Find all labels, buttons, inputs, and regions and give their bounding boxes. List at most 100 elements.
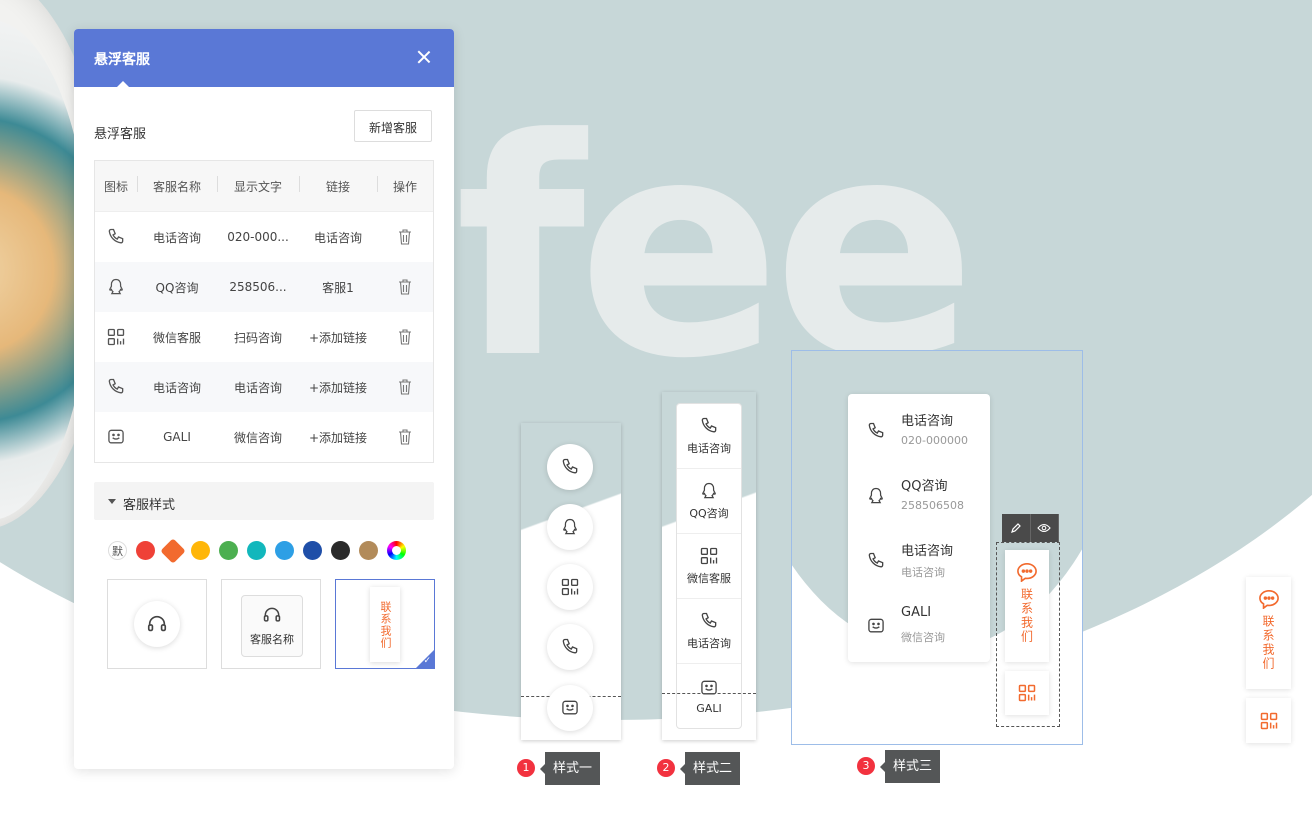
- headset-icon: [263, 607, 281, 622]
- preview1-qrcode-button[interactable]: [547, 564, 593, 610]
- table-row[interactable]: 电话咨询 020-000... 电话咨询: [95, 212, 433, 262]
- color-swatch-yellow[interactable]: [191, 541, 210, 560]
- color-swatch-blue[interactable]: [275, 541, 294, 560]
- preview1-chat-button[interactable]: [547, 685, 593, 731]
- service-name: 微信客服: [152, 330, 201, 345]
- chat-bot-icon: [701, 680, 717, 694]
- service-link[interactable]: 客服1: [299, 279, 377, 296]
- preview3-item-sub: 微信咨询: [901, 631, 945, 644]
- headset-icon: [147, 615, 167, 632]
- contact-us-text: 联系我们: [1019, 588, 1034, 644]
- preview-style-1[interactable]: [521, 423, 621, 740]
- preview2-item-label: GALI: [696, 701, 722, 715]
- style-option-2-preview: 客服名称: [241, 595, 303, 657]
- qrcode-icon: [561, 578, 579, 596]
- service-text: 微信咨询: [233, 430, 282, 445]
- color-swatch-teal[interactable]: [247, 541, 266, 560]
- phone-icon: [562, 638, 578, 654]
- table-row[interactable]: GALI 微信咨询 +添加链接: [95, 412, 433, 462]
- step-badge: 1: [517, 759, 535, 777]
- preview2-item-label: QQ咨询: [689, 507, 729, 520]
- table-row[interactable]: 微信客服 扫码咨询 +添加链接: [95, 312, 433, 362]
- preview2-item[interactable]: GALI: [677, 664, 741, 728]
- divider-dashed: [662, 693, 756, 694]
- color-swatch-green[interactable]: [219, 541, 238, 560]
- preview2-item[interactable]: 微信客服: [677, 534, 741, 599]
- style-option-1-preview: [134, 601, 180, 647]
- service-name: 电话咨询: [152, 230, 201, 245]
- preview1-phone-button[interactable]: [547, 444, 593, 490]
- preview2-item[interactable]: 电话咨询: [677, 404, 741, 469]
- step-badge: 2: [657, 759, 675, 777]
- preview3-item-title: QQ咨询: [901, 479, 948, 494]
- qrcode-icon: [700, 547, 718, 565]
- default-color-swatch[interactable]: 默: [108, 541, 127, 560]
- preview3-item[interactable]: 电话咨询 电话咨询: [848, 524, 990, 588]
- preview2-item[interactable]: QQ咨询: [677, 469, 741, 534]
- table-row[interactable]: QQ咨询 258506... 客服1: [95, 262, 433, 312]
- table-row[interactable]: 电话咨询 电话咨询 +添加链接: [95, 362, 433, 412]
- chat-bubble-icon: [1017, 562, 1037, 582]
- table-header: 图标 客服名称 显示文字 链接 操作: [95, 161, 433, 212]
- delete-icon[interactable]: [398, 379, 412, 395]
- preview1-phone-button[interactable]: [547, 624, 593, 670]
- qrcode-icon: [107, 328, 125, 346]
- qrcode-icon: [1018, 684, 1036, 702]
- add-service-button[interactable]: 新增客服: [354, 110, 432, 142]
- floating-contact-button[interactable]: 联系我们: [1246, 577, 1291, 689]
- service-link[interactable]: 电话咨询: [299, 229, 377, 246]
- add-link[interactable]: +添加链接: [299, 379, 377, 396]
- service-table: 图标 客服名称 显示文字 链接 操作 电话咨询 020-000... 电话咨询 …: [94, 160, 434, 463]
- color-swatch-red[interactable]: [136, 541, 155, 560]
- delete-icon[interactable]: [398, 229, 412, 245]
- color-swatch-brown[interactable]: [359, 541, 378, 560]
- preview3-item[interactable]: GALI 微信咨询: [848, 589, 990, 653]
- service-text: 020-000...: [227, 230, 289, 244]
- preview1-qq-button[interactable]: [547, 504, 593, 550]
- preview3-item[interactable]: QQ咨询 258506508: [848, 459, 990, 523]
- style-option-3-selected[interactable]: 联系我们 ✓: [335, 579, 435, 669]
- service-name: GALI: [163, 430, 191, 444]
- preview1-label-text: 样式一: [539, 751, 601, 785]
- chat-bubble-icon: [1258, 589, 1279, 609]
- preview3-item[interactable]: 电话咨询 020-000000: [848, 394, 990, 458]
- service-text: 扫码咨询: [233, 330, 282, 345]
- add-link[interactable]: +添加链接: [299, 429, 377, 446]
- chat-bot-icon: [108, 429, 124, 444]
- style-section-header[interactable]: 客服样式: [94, 482, 434, 520]
- preview3-label-text: 样式三: [879, 749, 941, 783]
- contact-us-button[interactable]: 联系我们: [1005, 550, 1049, 662]
- column-header: 图标: [103, 179, 128, 194]
- phone-icon: [701, 612, 717, 628]
- color-swatch-navy[interactable]: [303, 541, 322, 560]
- color-swatch-orange-selected[interactable]: [160, 537, 186, 564]
- style-option-3-preview: 联系我们: [370, 587, 400, 662]
- preview3-item-title: 电话咨询: [901, 544, 954, 559]
- add-link[interactable]: +添加链接: [299, 329, 377, 346]
- custom-color-picker[interactable]: [387, 541, 406, 560]
- preview2-item-label: 电话咨询: [687, 442, 731, 455]
- color-swatch-black[interactable]: [331, 541, 350, 560]
- preview2-label-text: 样式二: [679, 751, 741, 785]
- preview3-item-sub: 258506508: [901, 499, 964, 512]
- element-toolbar: [1002, 514, 1059, 542]
- preview-eye-icon[interactable]: [1031, 514, 1059, 542]
- qrcode-button[interactable]: [1005, 671, 1049, 715]
- floating-qrcode-button[interactable]: [1246, 698, 1291, 743]
- chat-bot-icon: [868, 618, 884, 633]
- column-header: 客服名称: [137, 175, 217, 195]
- preview3-item-title: GALI: [901, 605, 932, 620]
- delete-icon[interactable]: [398, 329, 412, 345]
- style-option-2-label: 客服名称: [250, 633, 294, 646]
- close-icon[interactable]: [416, 49, 432, 65]
- preview-style-2[interactable]: 电话咨询 QQ咨询 微信客服 电话咨询 GALI: [662, 392, 756, 740]
- style-option-1[interactable]: [107, 579, 207, 669]
- delete-icon[interactable]: [398, 279, 412, 295]
- preview2-item[interactable]: 电话咨询: [677, 599, 741, 664]
- edit-pencil-icon[interactable]: [1002, 514, 1031, 542]
- delete-icon[interactable]: [398, 429, 412, 445]
- style-option-2[interactable]: 客服名称: [221, 579, 321, 669]
- preview-style-3[interactable]: 电话咨询 020-000000 QQ咨询 258506508 电话咨询 电话咨询…: [791, 350, 1083, 745]
- column-header: 链接: [299, 175, 377, 195]
- preview3-item-title: 电话咨询: [901, 414, 954, 429]
